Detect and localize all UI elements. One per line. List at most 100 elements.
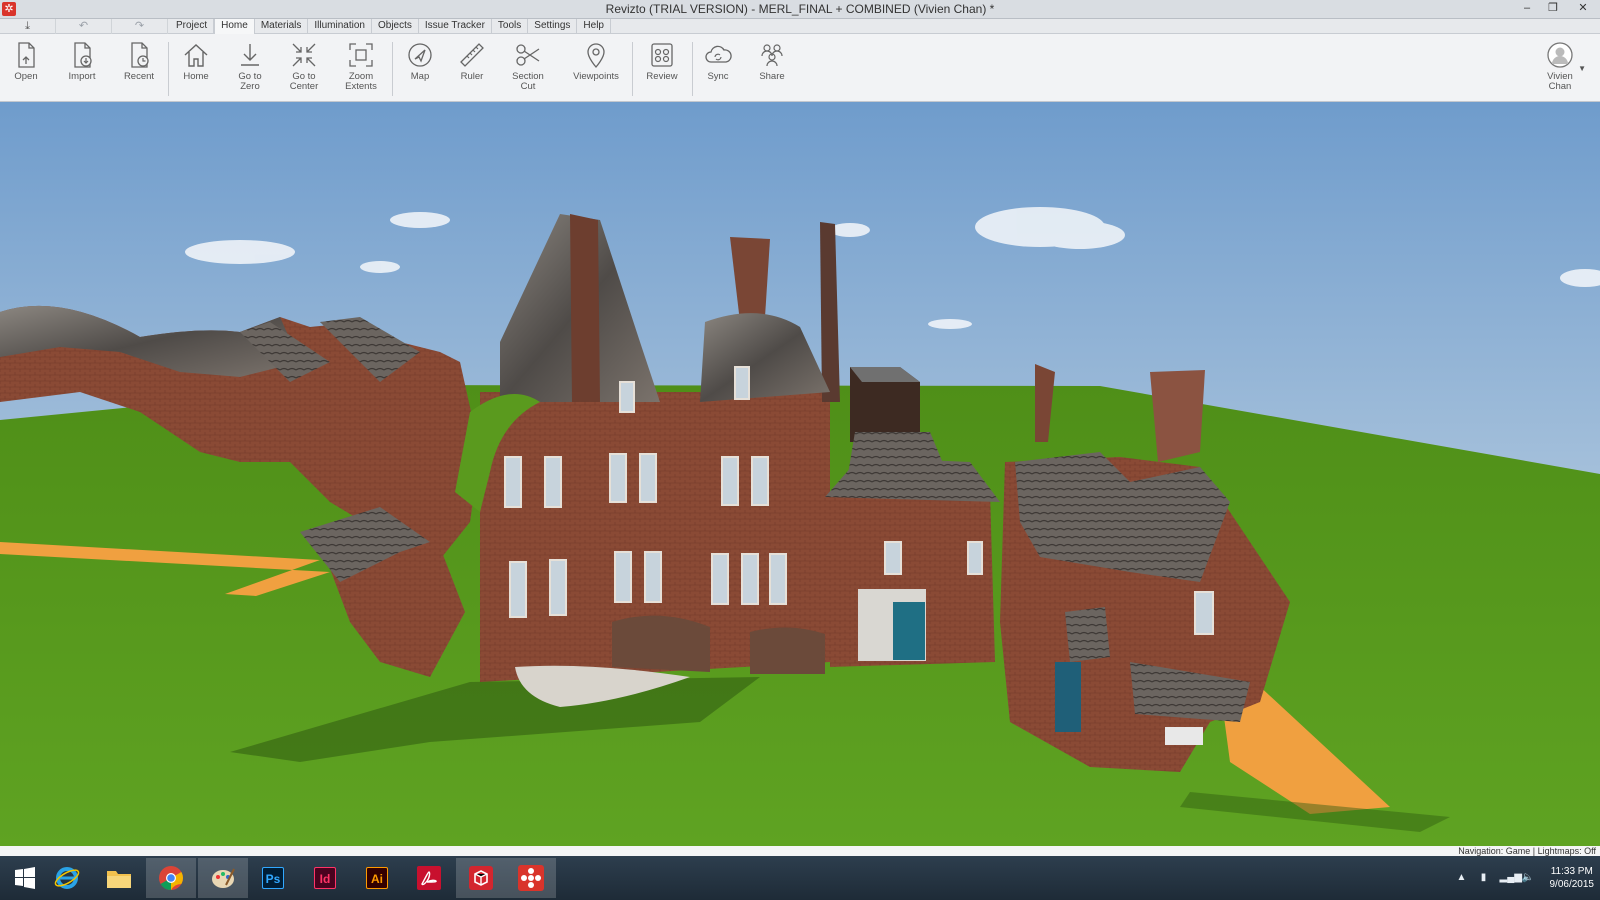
close-button[interactable]: ✕ — [1566, 0, 1600, 18]
tab-issue-tracker[interactable]: Issue Tracker — [419, 19, 492, 34]
system-clock[interactable]: 11:33 PM 9/06/2015 — [1550, 865, 1595, 891]
system-tray: ▲ ▮ ▂▄▆ 🔈 11:33 PM 9/06/2015 — [1456, 860, 1595, 896]
recent-label: Recent — [123, 71, 155, 82]
taskbar-file-explorer[interactable] — [94, 858, 144, 898]
tab-project[interactable]: Project — [170, 19, 215, 34]
ruler-label: Ruler — [460, 71, 484, 82]
status-bar: Navigation: Game | Lightmaps: Off — [0, 846, 1600, 856]
home-button[interactable]: Home — [176, 40, 216, 100]
viewpoints-button[interactable]: Viewpoints — [568, 40, 624, 100]
ribbon-separator — [168, 42, 169, 96]
ruler-icon — [460, 43, 484, 67]
internet-explorer-icon — [54, 867, 80, 889]
window-controls: – ❐ ✕ — [1514, 0, 1600, 18]
map-label: Map — [410, 71, 430, 82]
user-avatar-icon — [1547, 42, 1573, 68]
signboard — [1165, 727, 1203, 745]
folder-icon — [107, 871, 131, 888]
section-cut-button[interactable]: Section Cut — [506, 40, 550, 100]
tab-objects[interactable]: Objects — [372, 19, 419, 34]
zoom-extents-label: Zoom Extents — [345, 71, 377, 92]
ruler-button[interactable]: Ruler — [452, 40, 492, 100]
show-hidden-icons-icon[interactable]: ▲ — [1456, 872, 1468, 884]
tab-settings[interactable]: Settings — [528, 19, 578, 34]
open-file-icon — [18, 42, 35, 68]
network-icon[interactable]: ▮ — [1478, 872, 1490, 884]
paint-palette-icon — [212, 868, 235, 888]
user-account-button[interactable]: Vivien Chan — [1540, 40, 1580, 100]
ribbon-separator — [632, 42, 633, 96]
taskbar-paint[interactable] — [198, 858, 248, 898]
minimize-button[interactable]: – — [1514, 0, 1540, 18]
share-label: Share — [759, 71, 785, 82]
taskbar-revizto[interactable] — [506, 858, 556, 898]
tab-materials[interactable]: Materials — [255, 19, 309, 34]
ribbon-separator — [692, 42, 693, 96]
scene-canvas[interactable] — [0, 102, 1600, 846]
middle-window — [967, 541, 983, 575]
signal-strength-icon[interactable]: ▂▄▆ — [1500, 872, 1522, 884]
tab-bar: ⤓ ↶ ↷ Project Home Materials Illuminatio… — [0, 19, 1600, 34]
zoom-extents-button[interactable]: Zoom Extents — [338, 40, 384, 100]
save-down-icon[interactable]: ⤓ — [0, 19, 56, 34]
right-window — [1194, 591, 1214, 635]
open-button[interactable]: Open — [6, 40, 46, 100]
windows-logo-icon — [15, 867, 35, 889]
review-icon — [651, 43, 673, 67]
taskbar-indesign[interactable]: Id — [300, 858, 350, 898]
taskbar-illustrator[interactable]: Ai — [352, 858, 402, 898]
taskbar-chrome[interactable] — [146, 858, 196, 898]
scissors-icon — [516, 44, 540, 66]
collapse-center-icon — [292, 43, 316, 67]
tab-home[interactable]: Home — [214, 19, 255, 34]
cloud-sync-icon — [705, 45, 732, 63]
undo-icon[interactable]: ↶ — [56, 19, 112, 34]
volume-icon[interactable]: 🔈 — [1522, 872, 1534, 884]
illustrator-icon: Ai — [366, 867, 388, 889]
open-label: Open — [14, 71, 38, 82]
home-icon — [184, 44, 208, 67]
right-door[interactable] — [1055, 662, 1081, 732]
quick-access-toolbar: ⤓ ↶ ↷ — [0, 19, 168, 34]
revizto-icon — [518, 865, 544, 891]
tab-illumination[interactable]: Illumination — [308, 19, 372, 34]
go-to-zero-label: Go to Zero — [238, 71, 262, 92]
sketchup-icon — [469, 866, 493, 890]
taskbar-acrobat[interactable] — [404, 858, 454, 898]
chimney — [570, 214, 600, 402]
clock-time: 11:33 PM — [1550, 866, 1593, 877]
share-users-icon — [761, 44, 783, 67]
user-name-label: Vivien Chan — [1547, 71, 1573, 92]
taskbar-sketchup[interactable] — [456, 858, 506, 898]
recent-button[interactable]: Recent — [118, 40, 160, 100]
sync-button[interactable]: Sync — [698, 40, 738, 100]
photoshop-icon: Ps — [262, 867, 284, 889]
tab-tools[interactable]: Tools — [492, 19, 529, 34]
recent-file-icon — [131, 42, 149, 68]
indesign-icon: Id — [314, 867, 336, 889]
restore-button[interactable]: ❐ — [1540, 0, 1566, 18]
go-to-center-button[interactable]: Go to Center — [282, 40, 326, 100]
sync-label: Sync — [707, 71, 729, 82]
window-title: Revizto (TRIAL VERSION) - MERL_FINAL + C… — [605, 2, 995, 16]
blue-door[interactable] — [893, 602, 925, 660]
share-button[interactable]: Share — [752, 40, 792, 100]
porch-roof — [1065, 607, 1110, 662]
import-label: Import — [68, 71, 96, 82]
review-button[interactable]: Review — [640, 40, 684, 100]
redo-icon[interactable]: ↷ — [112, 19, 168, 34]
review-label: Review — [646, 71, 678, 82]
import-button[interactable]: Import — [62, 40, 102, 100]
tab-help[interactable]: Help — [577, 19, 611, 34]
ribbon-toolbar: Open Import Recent Home Go to Zero Go to C… — [0, 34, 1600, 102]
arrow-down-icon — [241, 44, 259, 66]
taskbar-photoshop[interactable]: Ps — [248, 858, 298, 898]
taskbar-internet-explorer[interactable] — [42, 858, 92, 898]
3d-viewport[interactable] — [0, 102, 1600, 846]
home-label: Home — [183, 71, 209, 82]
ribbon-tabs: Project Home Materials Illumination Obje… — [170, 19, 611, 34]
go-to-zero-button[interactable]: Go to Zero — [229, 40, 271, 100]
map-button[interactable]: Map — [400, 40, 440, 100]
user-menu-arrow-icon[interactable]: ▼ — [1578, 64, 1586, 73]
title-bar: ✲ Revizto (TRIAL VERSION) - MERL_FINAL +… — [0, 0, 1600, 19]
